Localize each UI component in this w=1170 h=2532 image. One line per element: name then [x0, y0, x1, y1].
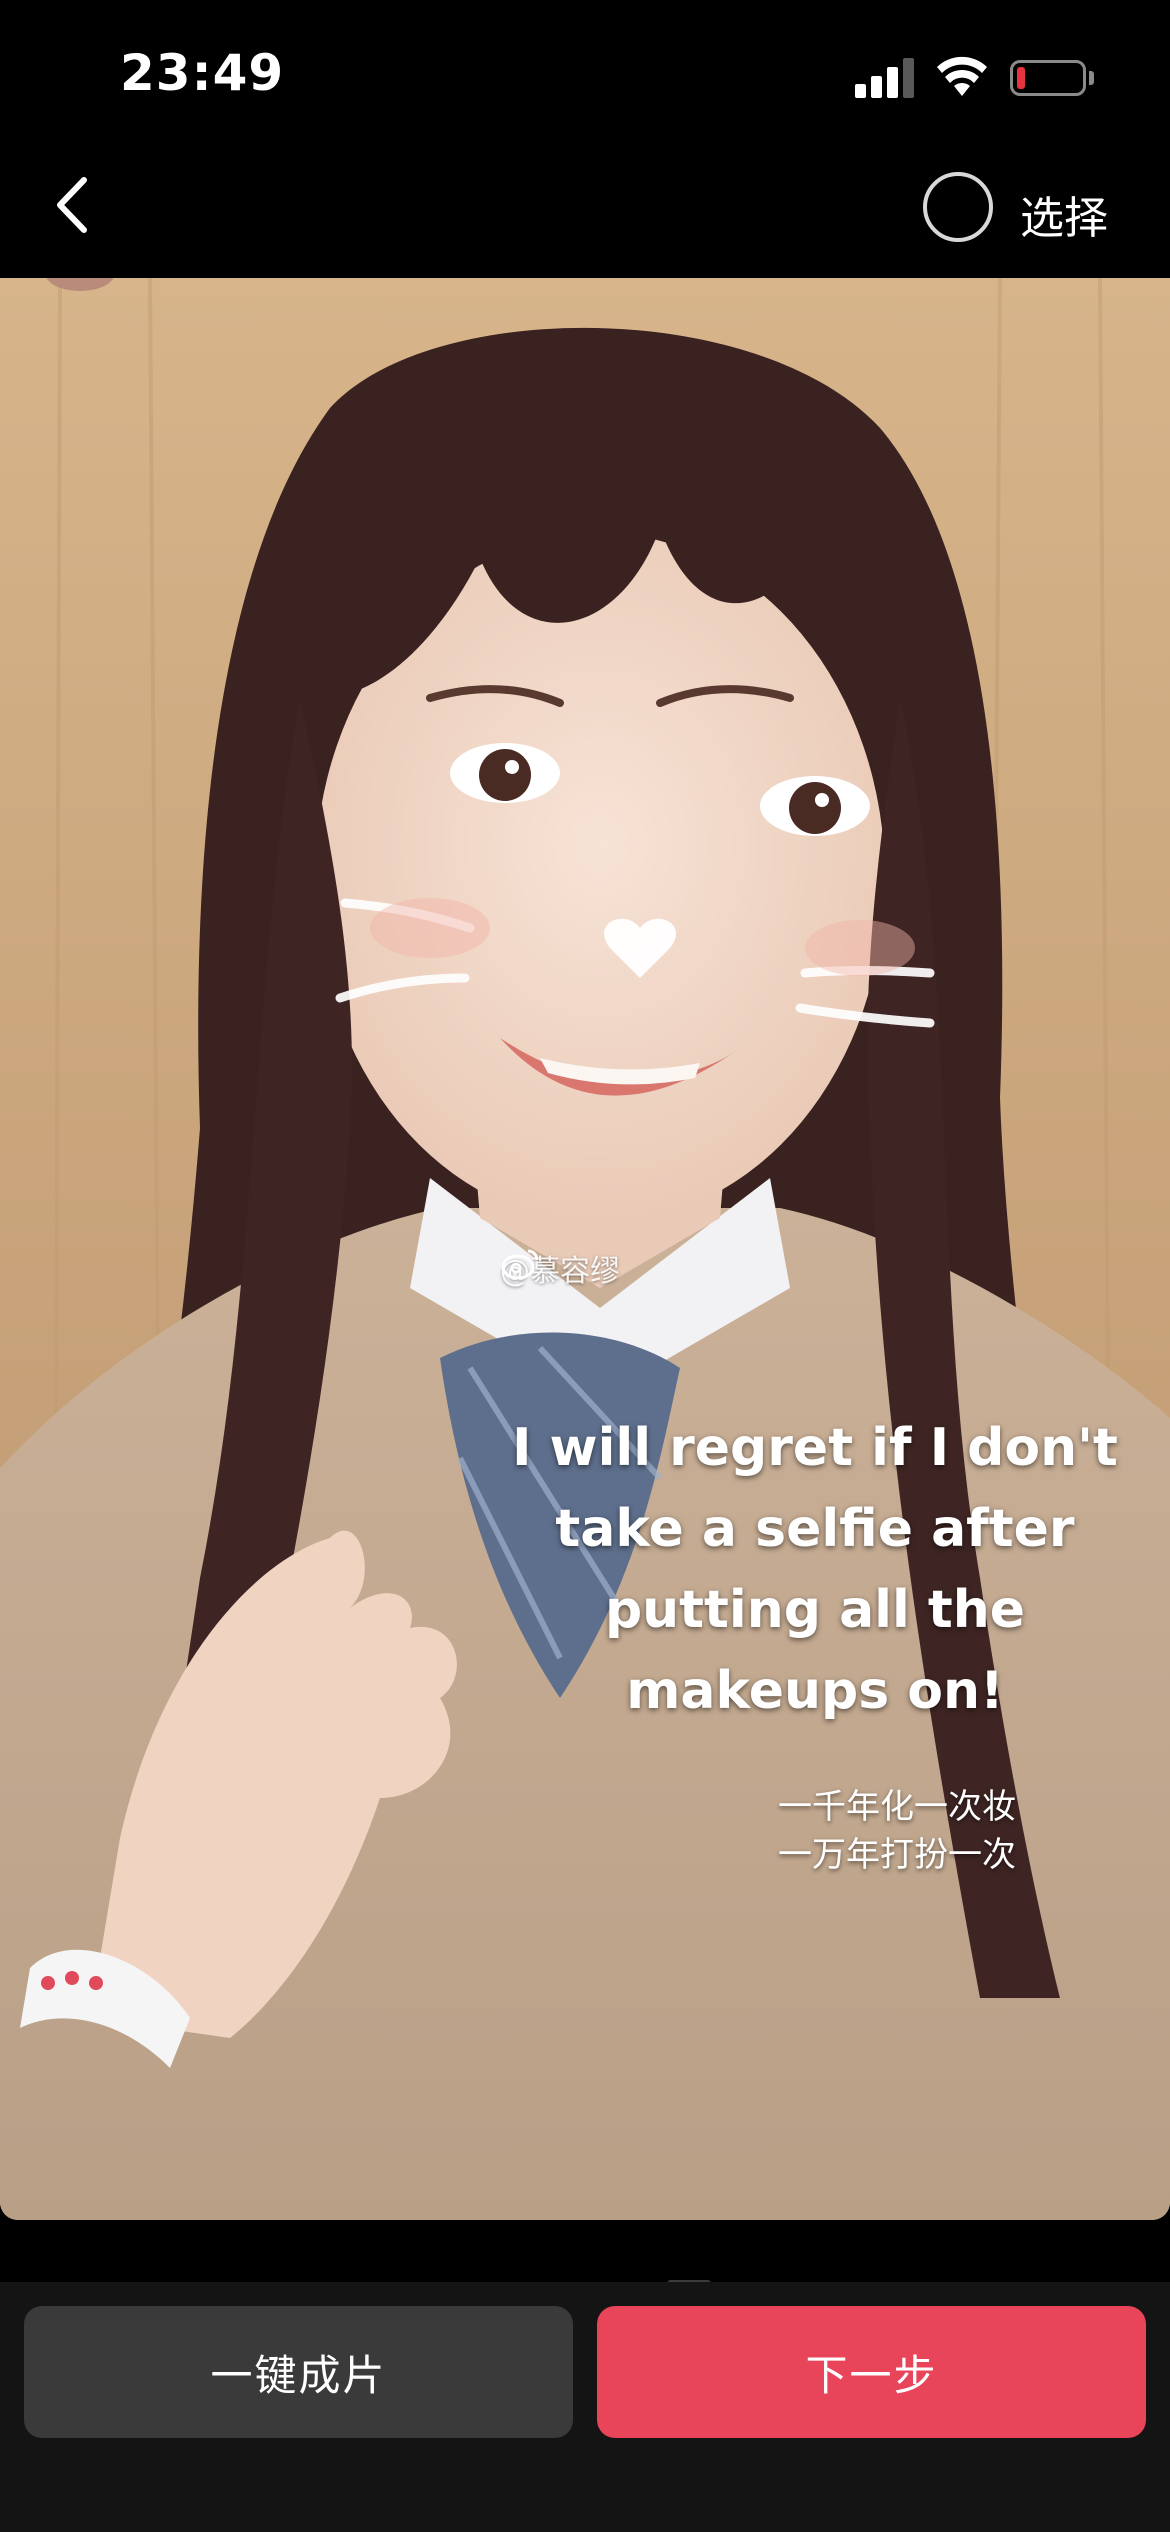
caption-chinese: 一千年化一次妆 一万年打扮一次: [778, 1787, 1016, 1875]
next-step-button[interactable]: 下一步: [597, 2306, 1146, 2438]
caption-english: I will regret if I don't take a selfie a…: [512, 1418, 1118, 1721]
battery-icon: [1010, 60, 1086, 96]
select-label[interactable]: 选择: [1020, 182, 1108, 246]
battery-level: [1017, 67, 1025, 89]
status-bar: 23:49: [0, 0, 1170, 150]
photo-preview[interactable]: @慕容缪 I will regret if I don't take a sel…: [0, 278, 1170, 2220]
select-radio-button[interactable]: [923, 172, 993, 242]
chevron-left-icon[interactable]: [40, 170, 110, 240]
wifi-icon: [937, 56, 987, 96]
editor-screen: 23:49 选择 @慕容缪 I will regret if I don't t…: [0, 0, 1170, 2532]
weibo-icon: [501, 1249, 539, 1280]
auto-create-button[interactable]: 一键成片: [24, 2306, 573, 2438]
weibo-watermark: @慕容缪: [500, 1246, 620, 1290]
bottom-action-bar: 一键成片 下一步: [0, 2282, 1170, 2532]
nav-bar: 选择: [0, 150, 1170, 278]
battery-cap: [1089, 71, 1094, 85]
status-time: 23:49: [120, 44, 285, 102]
cellular-signal-icon: [855, 56, 915, 98]
